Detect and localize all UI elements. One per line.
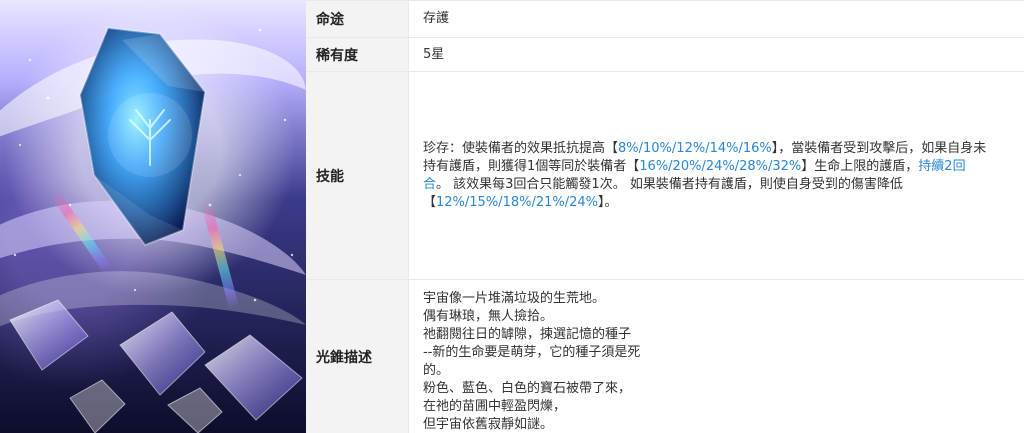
row-label: 稀有度 (306, 38, 409, 71)
row-label: 命途 (306, 1, 409, 37)
skill-text: 珍存：使裝備者的效果抵抗提高【8%/10%/12%/14%/16%】，當裝備者受… (423, 140, 990, 212)
lore-line: 但宇宙依舊寂靜如謎。 (423, 417, 554, 432)
lore-line: 的。 (423, 363, 450, 378)
row-label: 技能 (306, 72, 409, 279)
row-value: 5星 (423, 46, 445, 62)
info-table: 命途 存護 稀有度 5星 技能 珍存：使裝備者的效果抵抗提高【8%/10%/12… (306, 0, 1024, 433)
skill-text-part: 珍存：使裝備者的效果抵抗提高【 (423, 140, 619, 156)
skill-description: 珍存：使裝備者的效果抵抗提高【8%/10%/12%/14%/16%】，當裝備者受… (409, 72, 1024, 279)
table-row-path: 命途 存護 (306, 1, 1024, 38)
crystal-art (0, 26, 306, 433)
table-row-lore: 光錐描述 宇宙像一片堆滿垃圾的生荒地。 偶有琳琅，無人撿拾。 祂翻閱往日的罅隙，… (306, 280, 1024, 433)
lore-line: --新的生命要是萌芽，它的種子須是死 (423, 345, 641, 360)
lore-text: 宇宙像一片堆滿垃圾的生荒地。 偶有琳琅，無人撿拾。 祂翻閱往日的罅隙，揀選記憶的… (409, 280, 1024, 433)
lore-line: 粉色、藍色、白色的寶石被帶了來， (423, 381, 632, 396)
skill-highlight: 16%/20%/24%/28%/32% (639, 158, 802, 174)
row-value: 存護 (423, 11, 450, 26)
lore-line: 祂翻閱往日的罅隙，揀選記憶的種子 (423, 327, 632, 342)
lore-line: 偶有琳琅，無人撿拾。 (423, 309, 554, 324)
table-row-skill: 技能 珍存：使裝備者的效果抵抗提高【8%/10%/12%/14%/16%】，當裝… (306, 72, 1024, 280)
lore-line: 宇宙像一片堆滿垃圾的生荒地。 (423, 291, 606, 306)
skill-highlight: 12%/15%/18%/21%/24% (436, 194, 599, 210)
skill-text-part: 】生命上限的護盾， (801, 158, 919, 174)
table-row-rarity: 稀有度 5星 (306, 38, 1024, 72)
row-label: 光錐描述 (306, 280, 409, 433)
skill-highlight: 8%/10%/12%/14%/16% (618, 140, 772, 156)
skill-text-part: 】。 (598, 194, 618, 210)
lightcone-artwork (0, 0, 306, 433)
lightcone-detail: 命途 存護 稀有度 5星 技能 珍存：使裝備者的效果抵抗提高【8%/10%/12… (0, 0, 1024, 433)
lore-line: 在祂的苗圃中輕盈閃爍， (423, 399, 567, 414)
